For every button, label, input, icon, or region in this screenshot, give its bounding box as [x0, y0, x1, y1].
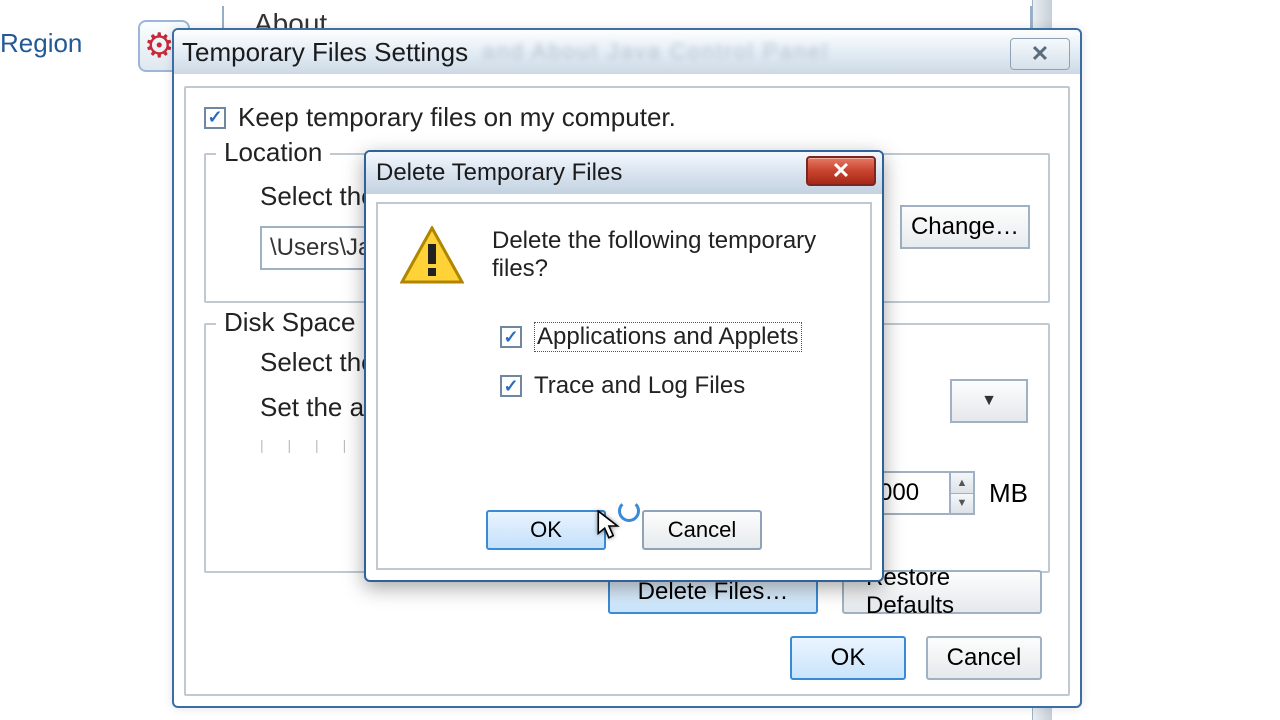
- warning-icon: [400, 226, 464, 284]
- chevron-down-icon: ▼: [981, 392, 997, 410]
- delete-dialog-titlebar[interactable]: Delete Temporary Files: [366, 152, 882, 194]
- settings-title: Temporary Files Settings: [182, 37, 468, 68]
- settings-ok-button[interactable]: OK: [790, 636, 906, 680]
- checkbox-trace-log-files[interactable]: ✓: [500, 375, 522, 397]
- busy-spinner-icon: [618, 500, 640, 522]
- close-icon: ✕: [1031, 41, 1049, 67]
- close-icon: ✕: [832, 158, 850, 184]
- delete-dialog-title: Delete Temporary Files: [376, 159, 622, 187]
- spinner-up-icon[interactable]: ▲: [949, 473, 973, 494]
- option-trace-log-files[interactable]: ✓ Trace and Log Files: [500, 372, 848, 400]
- diskspace-unit: MB: [989, 478, 1028, 509]
- delete-cancel-button[interactable]: Cancel: [642, 510, 762, 550]
- change-location-button[interactable]: Change…: [900, 205, 1030, 249]
- settings-titlebar[interactable]: Temporary Files Settings and About Java …: [174, 30, 1080, 74]
- delete-dialog-close-button[interactable]: ✕: [806, 156, 876, 186]
- keep-temp-files-label: Keep temporary files on my computer.: [238, 102, 676, 133]
- diskspace-size-value: 000: [879, 479, 919, 507]
- diskspace-legend: Disk Space: [216, 307, 364, 338]
- spinner-down-icon[interactable]: ▼: [949, 494, 973, 514]
- option-label: Trace and Log Files: [534, 372, 745, 400]
- delete-ok-button[interactable]: OK: [486, 510, 606, 550]
- option-label: Applications and Applets: [534, 322, 802, 352]
- compression-dropdown[interactable]: ▼: [950, 379, 1028, 423]
- delete-options: ✓ Applications and Applets ✓ Trace and L…: [500, 322, 848, 400]
- settings-bottom-row: OK Cancel: [790, 636, 1042, 680]
- keep-temp-files-checkbox[interactable]: ✓: [204, 107, 226, 129]
- diskspace-size-spinner[interactable]: 000 ▲ ▼: [869, 471, 975, 515]
- settings-cancel-button[interactable]: Cancel: [926, 636, 1042, 680]
- region-label: Region: [0, 28, 82, 59]
- option-applications-applets[interactable]: ✓ Applications and Applets: [500, 322, 848, 352]
- checkbox-applications-applets[interactable]: ✓: [500, 326, 522, 348]
- settings-close-button[interactable]: ✕: [1010, 38, 1070, 70]
- titlebar-blurred-text: and About Java Control Panel: [482, 39, 829, 65]
- location-legend: Location: [216, 137, 330, 168]
- delete-dialog-message: Delete the following temporary files?: [492, 227, 848, 283]
